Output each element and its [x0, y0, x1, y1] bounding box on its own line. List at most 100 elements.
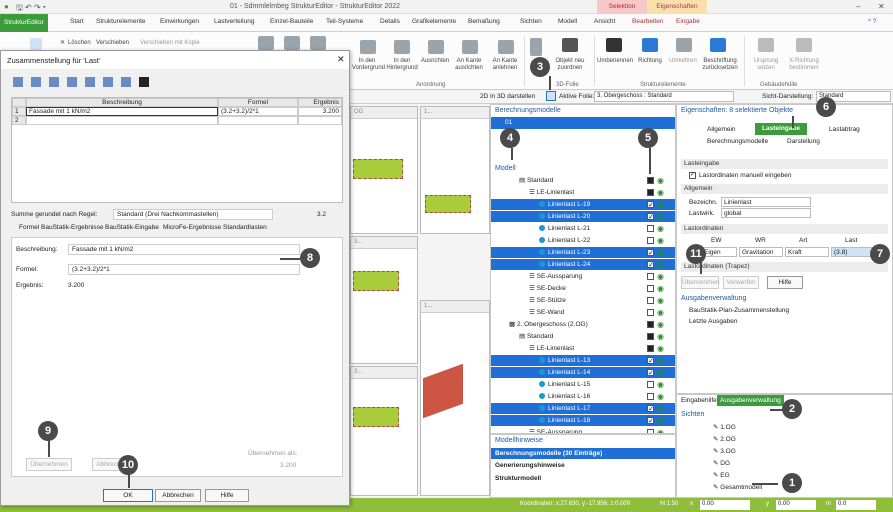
visibility-checkbox[interactable] — [647, 237, 654, 244]
bezeichnung-field[interactable]: Linienlast — [721, 197, 811, 207]
eye-icon[interactable]: ◉ — [657, 176, 664, 185]
origin-icon[interactable] — [758, 38, 774, 52]
context-tab-properties[interactable]: Eigenschaften — [647, 0, 707, 14]
tab-berechnungsmodelle[interactable]: Berechnungsmodelle — [707, 138, 768, 145]
tree-row[interactable]: Linienlast L-17 ◉ — [491, 403, 675, 415]
layer-toggle-icon[interactable] — [546, 91, 556, 101]
hilfe-button[interactable]: Hilfe — [767, 276, 803, 289]
section-lasteingabe[interactable]: Lasteingabe — [681, 159, 888, 169]
table-icon[interactable] — [103, 77, 113, 87]
eye-icon[interactable]: ◉ — [657, 332, 664, 341]
tab-bemassung[interactable]: Bemaßung — [468, 18, 500, 25]
tab-details[interactable]: Details — [380, 18, 400, 25]
eye-icon[interactable]: ◉ — [657, 260, 664, 269]
reassign-object-icon[interactable] — [562, 38, 578, 52]
eye-icon[interactable]: ◉ — [657, 188, 664, 197]
sicht-item[interactable]: ✎ 2.OG — [713, 435, 736, 443]
ursprung-setzen-button[interactable]: Ursprung setzen — [748, 58, 784, 72]
eye-icon[interactable]: ◉ — [657, 368, 664, 377]
hinweis-row[interactable]: Strukturmodell — [495, 475, 541, 482]
view-window[interactable]: 3... — [350, 366, 418, 496]
lastwirkung-select[interactable]: global — [721, 208, 811, 218]
visibility-checkbox[interactable] — [647, 248, 654, 259]
tree-row[interactable]: ▤ Standard ◉ — [491, 331, 675, 342]
tab-start[interactable]: Start — [70, 18, 84, 25]
section-lastordinaten[interactable]: Lastordinaten — [681, 224, 888, 234]
tab-ausgabenverwaltung[interactable]: Ausgabenverwaltung — [717, 395, 784, 406]
view-window[interactable]: 1... — [420, 106, 490, 234]
tab-allgemein[interactable]: Allgemein — [707, 126, 736, 133]
subtab-baustatik-ergebnisse[interactable]: BauStatik-Ergebnisse — [41, 224, 104, 231]
ausgabe-item[interactable]: BauStatik-Plan-Zusammenstellung — [689, 307, 789, 314]
beschriftung-zuruecksetzen-button[interactable]: Beschriftung zurücksetzen — [700, 58, 740, 72]
reverse-icon[interactable] — [676, 38, 692, 52]
x-input[interactable]: 0.00 — [700, 500, 750, 510]
tab-sichten[interactable]: Sichten — [520, 18, 542, 25]
visibility-checkbox[interactable] — [647, 177, 654, 184]
hinweis-row[interactable]: Berechnungsmodelle (30 Einträge) — [491, 448, 675, 459]
tree-row[interactable]: ☰ LE-Linienlast ◉ — [491, 343, 675, 354]
eye-icon[interactable]: ◉ — [657, 284, 664, 293]
art-select[interactable]: Kraft — [785, 247, 829, 257]
tab-strukturelemente[interactable]: Strukturelemente — [96, 18, 146, 25]
x-direction-icon[interactable] — [796, 38, 812, 52]
verwerfen-button[interactable]: Verwerfen — [723, 276, 759, 289]
eye-icon[interactable]: ◉ — [657, 356, 664, 365]
align-icon[interactable] — [258, 36, 274, 50]
uebernehmen-button[interactable]: Übernehmen — [681, 276, 720, 289]
tab-lastverteilung[interactable]: Lastverteilung — [214, 18, 254, 25]
floor-plan[interactable] — [353, 159, 403, 179]
tree-row[interactable]: Linienlast L-15 ◉ — [491, 379, 675, 390]
visibility-checkbox[interactable] — [647, 260, 654, 271]
eye-icon[interactable]: ◉ — [657, 380, 664, 389]
tree-row[interactable]: ☰ SE-Decke ◉ — [491, 283, 675, 294]
tree-row[interactable]: Linienlast L-19 ◉ — [491, 199, 675, 211]
tree-row[interactable]: ☰ SE-Wand ◉ — [491, 307, 675, 318]
eye-icon[interactable]: ◉ — [657, 344, 664, 353]
visibility-checkbox[interactable] — [647, 273, 654, 280]
table-icon[interactable] — [85, 77, 95, 87]
table-icon[interactable] — [49, 77, 59, 87]
eye-icon[interactable]: ◉ — [657, 320, 664, 329]
manual-checkbox[interactable]: ✓ — [689, 172, 696, 179]
verschieben-kopie-button[interactable]: Verschieben mit Kopie — [140, 40, 200, 47]
tree-row[interactable]: ▦ 2. Obergeschoss (2.OG) ◉ — [491, 319, 675, 330]
table-icon[interactable] — [67, 77, 77, 87]
tree-row[interactable]: Linienlast L-16 ◉ — [491, 391, 675, 402]
context-tab-selection[interactable]: Selektion — [597, 0, 647, 14]
eye-icon[interactable]: ◉ — [657, 296, 664, 305]
sicht-item[interactable]: ✎ 1.OG — [713, 423, 736, 431]
edge-align-icon[interactable] — [462, 40, 478, 54]
beschreibung-field[interactable]: Fassade mit 1 kN/m2 — [68, 244, 300, 255]
ok-button[interactable]: OK — [103, 489, 153, 502]
eye-icon[interactable]: ◉ — [657, 428, 664, 433]
aktive-folie-select[interactable]: 3. Obergeschoss : Standard — [594, 91, 734, 102]
close-icon[interactable]: ✕ — [337, 54, 345, 65]
tree-row[interactable]: ▤ Standard ◉ — [491, 175, 675, 186]
ew-select[interactable]: Eigen — [701, 247, 737, 257]
section-allgemein[interactable]: Allgemein — [681, 184, 888, 194]
visibility-checkbox[interactable] — [647, 200, 654, 211]
umbenennen-button[interactable]: Umbenennen — [596, 58, 634, 65]
umkehren-button[interactable]: Umkehren — [666, 58, 700, 65]
tree-row[interactable]: ☰ LE-Linienlast ◉ — [491, 187, 675, 198]
rename-icon[interactable] — [606, 38, 622, 52]
sicht-item[interactable]: ✎ DG — [713, 459, 730, 467]
table-cell[interactable]: (3.2+3.2)/2*1 — [218, 107, 298, 116]
eye-icon[interactable]: ◉ — [657, 212, 664, 221]
tab-lasteingabe[interactable]: Lasteingabe — [755, 123, 807, 135]
direction-icon[interactable] — [642, 38, 658, 52]
3d-model[interactable] — [423, 363, 463, 419]
align-icon[interactable] — [284, 36, 300, 50]
tree-row[interactable]: Linienlast L-23 ◉ — [491, 247, 675, 259]
an-kante-ausrichten-button[interactable]: An Kante ausrichten — [452, 58, 486, 72]
eye-icon[interactable]: ◉ — [657, 392, 664, 401]
eye-icon[interactable]: ◉ — [657, 404, 664, 413]
visibility-checkbox[interactable] — [647, 225, 654, 232]
tree-row[interactable]: Linienlast L-13 ◉ — [491, 355, 675, 367]
table-icon[interactable] — [31, 77, 41, 87]
eye-icon[interactable]: ◉ — [657, 200, 664, 209]
subtab-microfe-ergebnisse[interactable]: MicroFe-Ergebnisse — [163, 224, 221, 231]
floor-plan[interactable] — [353, 271, 399, 291]
visibility-checkbox[interactable] — [647, 321, 654, 328]
